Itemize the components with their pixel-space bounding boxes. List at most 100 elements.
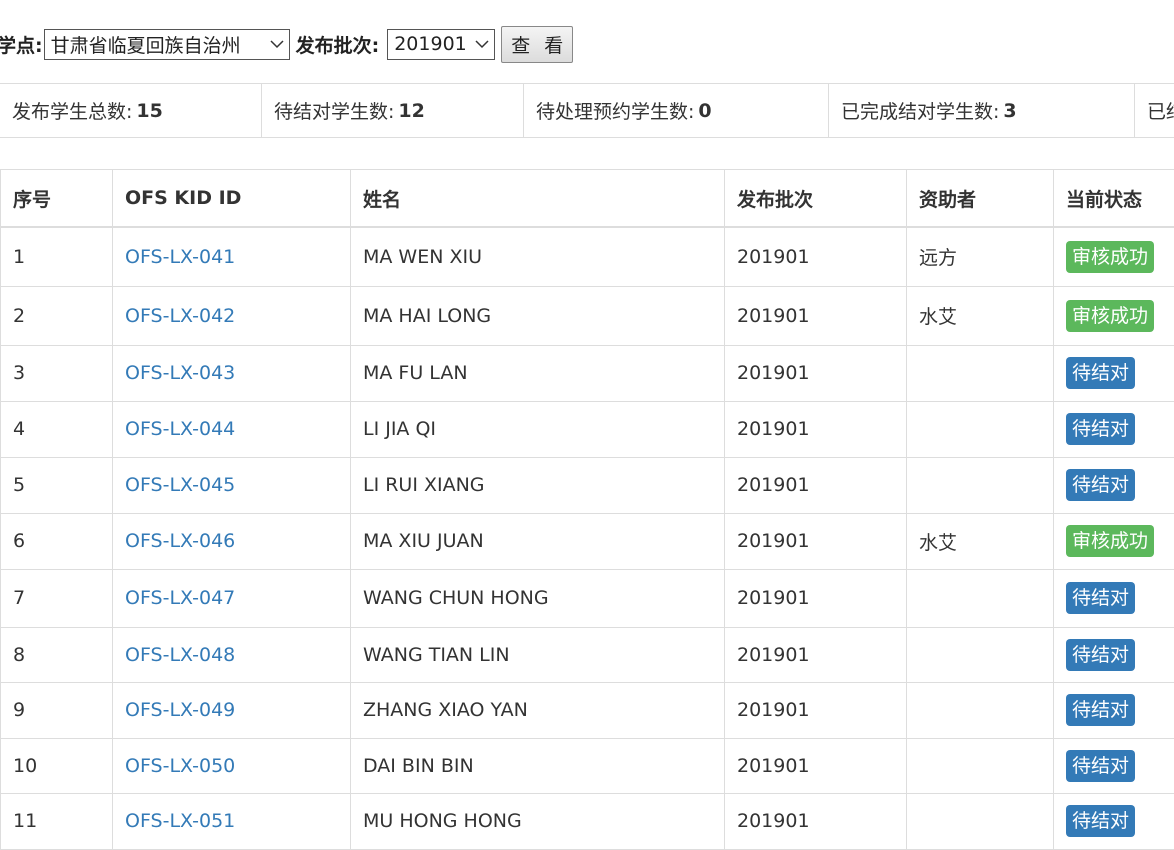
students-table-container: 序号 OFS KID ID 姓名 发布批次 资助者 当前状态 1 OFS-LX-0…: [0, 169, 1174, 850]
cell-sponsor: [907, 793, 1054, 849]
table-header-row: 序号 OFS KID ID 姓名 发布批次 资助者 当前状态: [1, 170, 1174, 228]
status-badge[interactable]: 待结对: [1066, 357, 1135, 389]
stats-bar: 发布学生总数: 15 待结对学生数: 12 待处理预约学生数: 0 已完成结对学…: [0, 83, 1174, 138]
site-select[interactable]: 甘肃省临夏回族自治州: [44, 29, 290, 60]
header-batch: 发布批次: [725, 170, 907, 228]
cell-status: 待结对: [1054, 682, 1174, 738]
cell-no: 1: [1, 227, 113, 286]
cell-sponsor: [907, 738, 1054, 793]
cell-status: 审核成功: [1054, 227, 1174, 286]
cell-kid-id: OFS-LX-042: [113, 286, 351, 345]
kid-id-link[interactable]: OFS-LX-042: [125, 305, 235, 327]
cell-status: 待结对: [1054, 401, 1174, 457]
cell-batch: 201901: [725, 738, 907, 793]
cell-sponsor: 远方: [907, 227, 1054, 286]
table-row: 8OFS-LX-048WANG TIAN LIN201901待结对: [1, 627, 1174, 682]
cell-kid-id: OFS-LX-043: [113, 345, 351, 401]
cell-name: MA FU LAN: [351, 345, 725, 401]
cell-sponsor: [907, 401, 1054, 457]
status-badge[interactable]: 审核成功: [1066, 300, 1154, 332]
kid-id-link[interactable]: OFS-LX-046: [125, 530, 235, 552]
status-badge[interactable]: 审核成功: [1066, 525, 1154, 557]
cell-no: 6: [1, 513, 113, 569]
status-badge[interactable]: 待结对: [1066, 413, 1135, 445]
cell-status: 审核成功: [1054, 513, 1174, 569]
cell-name-text: ZHANG XIAO YAN: [363, 699, 528, 721]
stat-completed-pairing: 已完成结对学生数: 3: [829, 84, 1135, 137]
stat-value: 3: [1003, 100, 1016, 122]
cell-name: ZHANG XIAO YAN: [351, 682, 725, 738]
cell-sponsor-text: 水艾: [919, 306, 957, 328]
cell-batch-text: 201901: [737, 246, 810, 268]
chevron-down-icon: [474, 36, 490, 52]
cell-sponsor: 水艾: [907, 286, 1054, 345]
batch-label: 发布批次:: [296, 31, 380, 58]
kid-id-link[interactable]: OFS-LX-045: [125, 474, 235, 496]
stat-label: 待处理预约学生数:: [536, 97, 694, 124]
cell-no-text: 4: [13, 418, 25, 440]
cell-no: 9: [1, 682, 113, 738]
status-badge[interactable]: 待结对: [1066, 582, 1135, 614]
kid-id-link[interactable]: OFS-LX-041: [125, 246, 235, 268]
view-button[interactable]: 查 看: [501, 26, 573, 63]
cell-batch: 201901: [725, 682, 907, 738]
stat-pending-reservations: 待处理预约学生数: 0: [524, 84, 829, 137]
filter-bar: 助学点: 甘肃省临夏回族自治州 发布批次: 201901 查 看: [0, 25, 573, 63]
table-row: 9 OFS-LX-049 ZHANG XIAO YAN 201901 待结对: [1, 682, 1174, 738]
batch-select[interactable]: 201901: [387, 29, 495, 60]
stat-label: 已完成结对学生数:: [841, 97, 999, 124]
status-badge[interactable]: 待结对: [1066, 469, 1135, 501]
cell-name: MA XIU JUAN: [351, 513, 725, 569]
cell-name: DAI BIN BIN: [351, 738, 725, 793]
cell-name-text: DAI BIN BIN: [363, 755, 474, 777]
cell-sponsor: [907, 569, 1054, 627]
table-row: 3 OFS-LX-043 MA FU LAN 201901 待结对: [1, 345, 1174, 401]
cell-no-text: 3: [13, 362, 25, 384]
kid-id-link[interactable]: OFS-LX-051: [125, 810, 235, 832]
cell-no-text: 9: [13, 699, 25, 721]
cell-name: MU HONG HONG: [351, 793, 725, 849]
status-badge[interactable]: 待结对: [1066, 639, 1135, 671]
cell-kid-id: OFS-LX-045: [113, 457, 351, 513]
kid-id-link[interactable]: OFS-LX-050: [125, 755, 235, 777]
kid-id-link[interactable]: OFS-LX-043: [125, 362, 235, 384]
cell-batch-text: 201901: [737, 810, 810, 832]
cell-name-text: MA HAI LONG: [363, 305, 491, 327]
cell-batch-text: 201901: [737, 305, 810, 327]
cell-status: 待结对: [1054, 793, 1174, 849]
cell-batch: 201901: [725, 401, 907, 457]
cell-status: 待结对: [1054, 627, 1174, 682]
cell-kid-id: OFS-LX-051: [113, 793, 351, 849]
kid-id-link[interactable]: OFS-LX-047: [125, 587, 235, 609]
cell-sponsor: [907, 627, 1054, 682]
table-row: 2OFS-LX-042MA HAI LONG201901水艾审核成功: [1, 286, 1174, 345]
cell-batch-text: 201901: [737, 587, 810, 609]
cell-no: 11: [1, 793, 113, 849]
cell-batch-text: 201901: [737, 362, 810, 384]
stat-total-published: 发布学生总数: 15: [0, 84, 262, 137]
status-badge[interactable]: 待结对: [1066, 750, 1135, 782]
cell-no-text: 7: [13, 587, 25, 609]
cell-name-text: MA WEN XIU: [363, 246, 482, 268]
stat-label: 发布学生总数:: [12, 97, 132, 124]
chevron-down-icon: [269, 36, 285, 52]
table-row: 1 OFS-LX-041 MA WEN XIU 201901 远方 审核成功: [1, 227, 1174, 286]
cell-batch: 201901: [725, 457, 907, 513]
cell-batch-text: 201901: [737, 699, 810, 721]
cell-name-text: LI RUI XIANG: [363, 474, 485, 496]
cell-sponsor: [907, 345, 1054, 401]
cell-name: LI JIA QI: [351, 401, 725, 457]
table-row: 11 OFS-LX-051 MU HONG HONG 201901 待结对: [1, 793, 1174, 849]
cell-name-text: LI JIA QI: [363, 418, 436, 440]
kid-id-link[interactable]: OFS-LX-048: [125, 644, 235, 666]
status-badge[interactable]: 待结对: [1066, 694, 1135, 726]
cell-sponsor-text: 远方: [919, 247, 957, 269]
cell-batch: 201901: [725, 793, 907, 849]
cell-sponsor: 水艾: [907, 513, 1054, 569]
cell-no-text: 1: [13, 246, 25, 268]
status-badge[interactable]: 审核成功: [1066, 241, 1154, 273]
status-badge[interactable]: 待结对: [1066, 805, 1135, 837]
kid-id-link[interactable]: OFS-LX-044: [125, 418, 235, 440]
table-body: 1OFS-LX-041MA WEN XIU201901远方审核成功2OFS-LX…: [1, 227, 1174, 849]
kid-id-link[interactable]: OFS-LX-049: [125, 699, 235, 721]
